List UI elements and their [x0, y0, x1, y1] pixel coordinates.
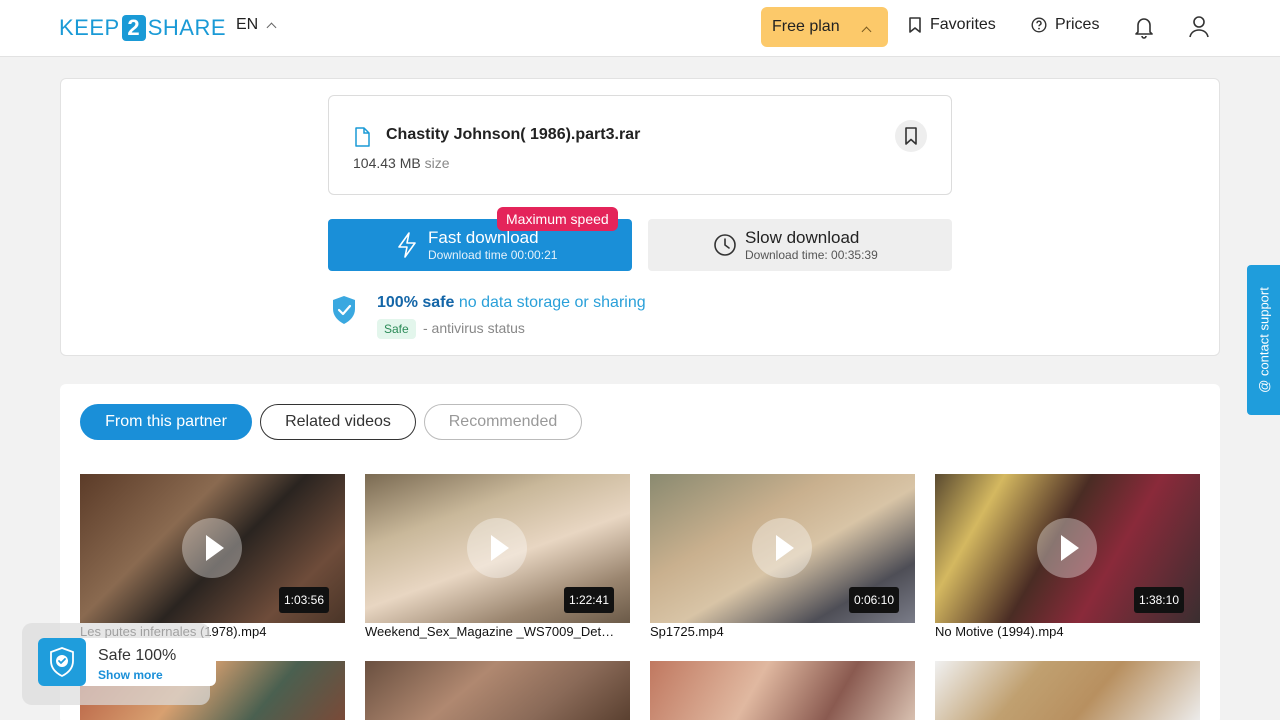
file-size-label: size [424, 155, 450, 171]
plan-label: Free plan [772, 18, 840, 35]
maximum-speed-badge: Maximum speed [497, 207, 618, 231]
notifications-button[interactable] [1132, 14, 1156, 40]
clock-icon [714, 234, 736, 256]
favorites-label: Favorites [930, 16, 996, 33]
video-thumbnail[interactable] [650, 661, 915, 720]
file-size: 104.43 MB size [353, 155, 450, 171]
video-thumbnail[interactable] [365, 661, 630, 720]
user-icon [1189, 16, 1209, 38]
video-title[interactable]: Weekend_Sex_Magazine _WS7009_Det… [365, 624, 630, 639]
play-icon[interactable] [752, 518, 812, 578]
fast-download-time: Download time 00:00:21 [428, 248, 558, 262]
video-duration: 1:38:10 [1133, 587, 1184, 613]
favorites-link[interactable]: Favorites [908, 16, 996, 34]
video-title[interactable]: Sp1725.mp4 [650, 624, 915, 639]
bookmark-icon [909, 17, 921, 33]
language-selector[interactable]: EN [236, 16, 277, 34]
video-thumbnail[interactable]: 1:22:41 [365, 474, 630, 623]
free-plan-button[interactable]: Free plan [761, 7, 888, 47]
video-thumbnail[interactable]: 1:38:10 [935, 474, 1200, 623]
bell-icon [1135, 18, 1153, 39]
safe-widget-title: Safe 100% [98, 647, 177, 664]
tab-related-videos[interactable]: Related videos [260, 404, 416, 440]
video-duration: 1:03:56 [278, 587, 329, 613]
contact-support-label: @ contact support [1256, 287, 1271, 393]
antivirus-safe-badge: Safe [377, 319, 416, 339]
help-circle-icon [1031, 17, 1047, 33]
shield-check-icon [50, 647, 74, 677]
safe-shield-badge [38, 638, 86, 686]
bookmark-icon [905, 127, 917, 145]
logo-share-text: SHARE [147, 15, 226, 40]
slow-download-button[interactable]: Slow download Download time: 00:35:39 [648, 219, 952, 271]
logo-2-mark: 2 [121, 15, 146, 41]
chevron-up-icon [266, 22, 277, 32]
chevron-up-icon [861, 26, 872, 37]
prices-label: Prices [1055, 16, 1100, 33]
logo-keep-text: KEEP [59, 15, 120, 40]
tab-from-this-partner[interactable]: From this partner [80, 404, 252, 440]
show-more-link[interactable]: Show more [98, 668, 163, 682]
slow-download-time: Download time: 00:35:39 [745, 248, 878, 262]
file-info-box: Chastity Johnson( 1986).part3.rar 104.43… [328, 95, 952, 195]
contact-support-tab[interactable]: @ contact support [1247, 265, 1280, 415]
video-title[interactable]: No Motive (1994).mp4 [935, 624, 1200, 639]
play-icon[interactable] [467, 518, 527, 578]
play-icon[interactable] [1037, 518, 1097, 578]
prices-link[interactable]: Prices [1031, 16, 1099, 34]
slow-download-title: Slow download [745, 228, 860, 247]
shield-check-icon [333, 296, 355, 324]
add-to-favorites-button[interactable] [895, 120, 927, 152]
keep2share-logo[interactable]: KEEP 2 SHARE [59, 14, 226, 42]
video-thumbnail[interactable]: 1:03:56 [80, 474, 345, 623]
language-label: EN [236, 16, 259, 33]
safe-100-widget[interactable]: Safe 100% Show more [22, 623, 216, 705]
safe-widget-panel: Safe 100% Show more [38, 638, 216, 686]
file-icon [355, 127, 370, 147]
lightning-icon [398, 232, 416, 258]
fast-download-title: Fast download [428, 228, 539, 247]
file-name: Chastity Johnson( 1986).part3.rar [386, 126, 641, 143]
video-duration: 0:06:10 [848, 587, 899, 613]
file-size-value: 104.43 MB [353, 155, 421, 171]
video-duration: 1:22:41 [563, 587, 614, 613]
play-icon[interactable] [182, 518, 242, 578]
video-thumbnail[interactable] [935, 661, 1200, 720]
safety-strong: 100% safe [377, 294, 455, 311]
video-thumbnail[interactable]: 0:06:10 [650, 474, 915, 623]
tab-recommended[interactable]: Recommended [424, 404, 582, 440]
top-header: KEEP 2 SHARE EN Free plan Favorites Pric… [0, 0, 1280, 57]
safety-rest: no data storage or sharing [458, 294, 646, 311]
account-button[interactable] [1187, 14, 1211, 40]
antivirus-status-label: - antivirus status [423, 320, 525, 336]
safety-statement: 100% safe no data storage or sharing [377, 294, 646, 312]
